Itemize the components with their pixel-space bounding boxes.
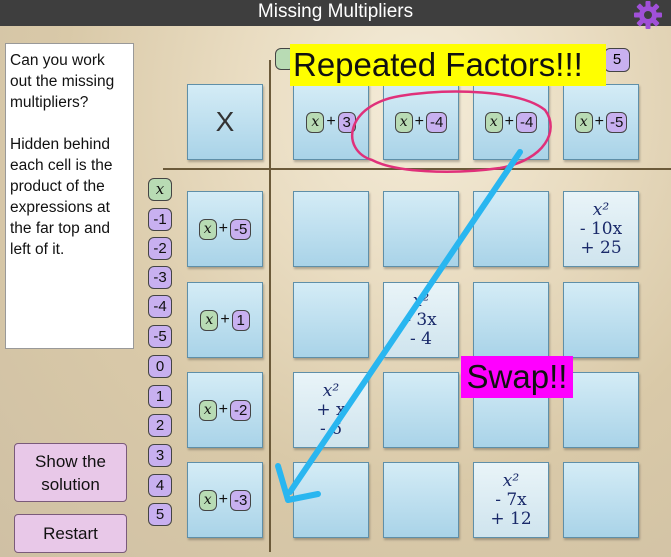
grid-axis-horizontal (163, 168, 671, 170)
grid-axis-vertical (269, 60, 271, 552)
palette-chip[interactable]: 2 (148, 414, 172, 437)
variable-chip[interactable]: x (200, 309, 219, 331)
grid-cell-r1-c3[interactable] (563, 282, 639, 358)
palette-chip[interactable]: 5 (148, 503, 172, 526)
palette-chip[interactable]: 4 (148, 474, 172, 497)
grid-cell-r1-c2[interactable] (473, 282, 549, 358)
grid-cell-r0-c0[interactable] (293, 191, 369, 267)
number-chip[interactable]: 1 (231, 309, 250, 331)
product-line: + 25 (580, 237, 622, 258)
top-header-3[interactable]: x + -5 (563, 84, 639, 160)
left-header-2[interactable]: x + -2 (187, 372, 263, 448)
restart-button[interactable]: Restart (14, 514, 127, 553)
palette-chip[interactable]: 3 (148, 444, 172, 467)
plus-sign: + (218, 491, 228, 508)
variable-chip[interactable]: x (394, 111, 413, 133)
product-line: - 3x (405, 309, 437, 330)
variable-chip[interactable]: x (574, 111, 593, 133)
palette-chip[interactable]: 0 (148, 355, 172, 378)
number-chip[interactable]: -3 (230, 489, 252, 511)
plus-sign: + (504, 113, 514, 130)
top-header-1[interactable]: x + -4 (383, 84, 459, 160)
number-chip[interactable]: -4 (426, 111, 448, 133)
grid-cell-r0-c1[interactable] (383, 191, 459, 267)
partially-hidden-number-chip[interactable]: 5 (604, 48, 630, 72)
product-line: + 12 (490, 508, 532, 529)
grid-cell-r3-c3[interactable] (563, 462, 639, 538)
title-bar: Missing Multipliers (0, 0, 671, 29)
product-line: - 6 (320, 418, 342, 439)
repeated-factors-annotation: Repeated Factors!!! (290, 44, 606, 86)
plus-sign: + (218, 401, 228, 418)
plus-sign: + (414, 113, 424, 130)
palette-chip[interactable]: -5 (148, 325, 172, 348)
plus-sign: + (326, 113, 336, 130)
show-solution-button[interactable]: Show the solution (14, 443, 127, 502)
left-header-3[interactable]: x + -3 (187, 462, 263, 538)
grid-cell-r0-c3[interactable]: x² - 10x + 25 (563, 191, 639, 267)
left-header-0[interactable]: x + -5 (187, 191, 263, 267)
product-line: x² (502, 470, 520, 491)
grid-cell-r3-c0[interactable] (293, 462, 369, 538)
grid-cell-r2-c1[interactable] (383, 372, 459, 448)
corner-cell: X (187, 84, 263, 160)
palette-chip-variable[interactable]: x (148, 178, 172, 201)
variable-chip[interactable]: x (198, 399, 217, 421)
plus-sign: + (594, 113, 604, 130)
product-line: - 10x (579, 218, 623, 239)
number-chip[interactable]: -5 (606, 111, 628, 133)
number-chip[interactable]: -5 (230, 218, 252, 240)
number-chip[interactable]: 3 (337, 111, 356, 133)
variable-chip[interactable]: x (306, 111, 325, 133)
grid-cell-r2-c0[interactable]: x² + x - 6 (293, 372, 369, 448)
grid-cell-r2-c3[interactable] (563, 372, 639, 448)
top-header-2[interactable]: x + -4 (473, 84, 549, 160)
plus-sign: + (218, 220, 228, 237)
palette-chip[interactable]: -2 (148, 237, 172, 260)
top-header-0[interactable]: x + 3 (293, 84, 369, 160)
product-line: x² (412, 290, 430, 311)
number-chip[interactable]: -2 (230, 399, 252, 421)
grid-cell-r3-c1[interactable] (383, 462, 459, 538)
palette-chip[interactable]: -1 (148, 208, 172, 231)
swap-annotation: Swap!! (461, 356, 573, 398)
number-chip[interactable]: -4 (516, 111, 538, 133)
left-header-1[interactable]: x + 1 (187, 282, 263, 358)
instructions-panel: Can you work out the missing multipliers… (5, 43, 134, 349)
product-line: x² (322, 380, 340, 401)
variable-chip[interactable]: x (198, 218, 217, 240)
variable-chip[interactable]: x (198, 489, 217, 511)
plus-sign: + (220, 311, 230, 328)
corner-label: X (215, 106, 235, 137)
palette-chip[interactable]: -4 (148, 295, 172, 318)
palette-chip[interactable]: 1 (148, 385, 172, 408)
grid-cell-r3-c2[interactable]: x² - 7x + 12 (473, 462, 549, 538)
product-line: x² (592, 199, 610, 220)
grid-cell-r1-c1[interactable]: x² - 3x - 4 (383, 282, 459, 358)
app-title: Missing Multipliers (257, 1, 414, 22)
grid-cell-r0-c2[interactable] (473, 191, 549, 267)
gear-icon[interactable] (633, 0, 663, 30)
variable-chip[interactable]: x (484, 111, 503, 133)
product-line: - 4 (410, 328, 432, 349)
product-line: - 7x (495, 489, 527, 510)
product-line: + x (316, 399, 346, 420)
palette-chip[interactable]: -3 (148, 266, 172, 289)
grid-cell-r1-c0[interactable] (293, 282, 369, 358)
